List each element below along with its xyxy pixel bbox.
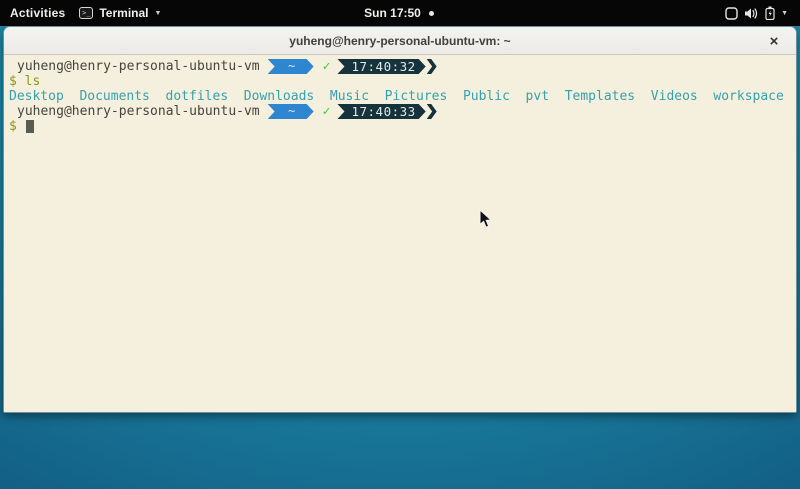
- powerline-arrow-icon: [427, 59, 437, 74]
- system-menu-button[interactable]: ▼: [434, 6, 800, 20]
- battery-charging-icon: [765, 6, 775, 20]
- top-bar-left: Activities >_ Terminal ▼: [0, 6, 364, 20]
- activities-button[interactable]: Activities: [10, 6, 65, 20]
- window-titlebar[interactable]: yuheng@henry-personal-ubuntu-vm: ~ ×: [4, 27, 796, 55]
- space-gap: [17, 119, 25, 134]
- volume-icon: [744, 7, 759, 20]
- chevron-down-icon: ▼: [154, 10, 161, 17]
- prompt-time-segment: 17:40:32: [337, 59, 425, 74]
- prompt-dollar: $: [9, 74, 17, 89]
- clock-button[interactable]: Sun 17:50: [364, 6, 434, 20]
- terminal-window: yuheng@henry-personal-ubuntu-vm: ~ × yuh…: [3, 26, 797, 413]
- prompt-path-segment: ~: [268, 59, 314, 74]
- prompt-line: yuheng@henry-personal-ubuntu-vm ~ ✓ 17:4…: [9, 104, 791, 119]
- command-line: $ ls: [9, 74, 791, 89]
- gnome-top-bar: Activities >_ Terminal ▼ Sun 17:50 ▼: [0, 0, 800, 26]
- window-title: yuheng@henry-personal-ubuntu-vm: ~: [289, 34, 510, 48]
- screen-icon: [725, 7, 738, 20]
- terminal-icon: >_: [79, 7, 93, 19]
- prompt-line: yuheng@henry-personal-ubuntu-vm ~ ✓ 17:4…: [9, 59, 791, 74]
- chevron-down-icon: ▼: [781, 10, 788, 17]
- prompt-time-segment: 17:40:33: [337, 104, 425, 119]
- ls-output-line: Desktop Documents dotfiles Downloads Mus…: [9, 89, 791, 104]
- prompt-dollar: $: [9, 119, 17, 134]
- close-button[interactable]: ×: [764, 31, 784, 51]
- check-icon: ✓: [323, 104, 331, 119]
- app-menu-label: Terminal: [99, 6, 148, 20]
- terminal-cursor: [26, 120, 34, 133]
- desktop: Activities >_ Terminal ▼ Sun 17:50 ▼: [0, 0, 800, 489]
- clock-label: Sun 17:50: [364, 6, 421, 20]
- prompt-path-segment: ~: [268, 104, 314, 119]
- input-line: $: [9, 119, 791, 134]
- directory-list: Desktop Documents dotfiles Downloads Mus…: [9, 89, 784, 104]
- typed-command: ls: [25, 74, 41, 89]
- space-gap: [17, 74, 25, 89]
- prompt-user-host: yuheng@henry-personal-ubuntu-vm: [9, 104, 260, 119]
- powerline-arrow-icon: [427, 104, 437, 119]
- terminal-screen[interactable]: yuheng@henry-personal-ubuntu-vm ~ ✓ 17:4…: [4, 55, 796, 413]
- app-menu-button[interactable]: >_ Terminal ▼: [79, 6, 161, 20]
- prompt-user-host: yuheng@henry-personal-ubuntu-vm: [9, 59, 260, 74]
- check-icon: ✓: [323, 59, 331, 74]
